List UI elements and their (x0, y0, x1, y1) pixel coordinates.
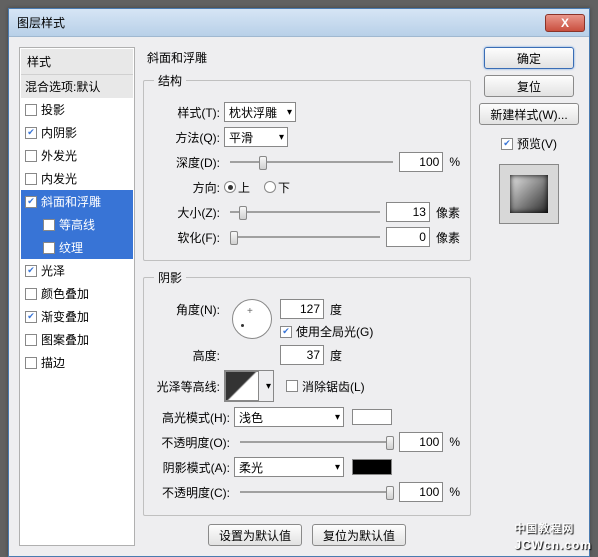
style-inner-glow[interactable]: 内发光 (21, 167, 133, 190)
soften-input[interactable]: 0 (386, 227, 430, 247)
size-slider[interactable] (230, 203, 380, 221)
blend-options[interactable]: 混合选项:默认 (21, 75, 133, 98)
global-light-checkbox[interactable] (280, 326, 292, 338)
style-satin[interactable]: 光泽 (21, 259, 133, 282)
structure-legend: 结构 (154, 72, 186, 89)
checkbox[interactable] (43, 242, 55, 254)
angle-dial[interactable] (232, 299, 272, 339)
style-select[interactable]: 枕状浮雕 (224, 102, 296, 122)
highlight-mode-label: 高光模式(H): (154, 409, 234, 426)
window-title: 图层样式 (17, 14, 65, 31)
preview-checkbox[interactable] (501, 138, 513, 150)
style-drop-shadow[interactable]: 投影 (21, 98, 133, 121)
cancel-button[interactable]: 复位 (484, 75, 574, 97)
contour-icon (225, 371, 259, 401)
highlight-mode-select[interactable]: 浅色 (234, 407, 344, 427)
style-bevel-emboss[interactable]: 斜面和浮雕 (21, 190, 133, 213)
style-pattern-overlay[interactable]: 图案叠加 (21, 328, 133, 351)
ok-button[interactable]: 确定 (484, 47, 574, 69)
checkbox[interactable] (25, 265, 37, 277)
checkbox[interactable] (25, 334, 37, 346)
highlight-opacity-input[interactable]: 100 (399, 432, 443, 452)
gloss-contour-label: 光泽等高线: (154, 378, 224, 395)
highlight-opacity-label: 不透明度(O): (154, 434, 234, 451)
highlight-opacity-slider[interactable] (240, 433, 393, 451)
size-input[interactable]: 13 (386, 202, 430, 222)
preview-box (499, 164, 559, 224)
shading-group: 阴影 角度(N): 127度 使用全局光(G) 高度:37度 光泽等高线:消除锯… (143, 269, 471, 516)
shading-legend: 阴影 (154, 269, 186, 286)
style-stroke[interactable]: 描边 (21, 351, 133, 374)
highlight-color-swatch[interactable] (352, 409, 392, 425)
angle-label: 角度(N): (154, 299, 224, 318)
checkbox[interactable] (43, 219, 55, 231)
shadow-opacity-label: 不透明度(C): (154, 484, 234, 501)
technique-label: 方法(Q): (154, 129, 224, 146)
structure-group: 结构 样式(T):枕状浮雕 方法(Q):平滑 深度(D):100% 方向:上下 … (143, 72, 471, 261)
settings-panel: 斜面和浮雕 结构 样式(T):枕状浮雕 方法(Q):平滑 深度(D):100% … (143, 47, 471, 546)
layer-style-dialog: 图层样式 X 样式 混合选项:默认 投影 内阴影 外发光 内发光 斜面和浮雕 等… (8, 8, 590, 557)
checkbox[interactable] (25, 311, 37, 323)
style-texture[interactable]: 纹理 (21, 236, 133, 259)
checkbox[interactable] (25, 357, 37, 369)
preview-thumbnail (510, 175, 548, 213)
shadow-color-swatch[interactable] (352, 459, 392, 475)
shadow-mode-label: 阴影模式(A): (154, 459, 234, 476)
depth-label: 深度(D): (154, 154, 224, 171)
direction-down-radio[interactable] (264, 181, 276, 193)
angle-input[interactable]: 127 (280, 299, 324, 319)
checkbox[interactable] (25, 150, 37, 162)
styles-header: 样式 (21, 49, 133, 75)
shadow-opacity-slider[interactable] (240, 483, 393, 501)
depth-input[interactable]: 100 (399, 152, 443, 172)
depth-slider[interactable] (230, 153, 393, 171)
size-label: 大小(Z): (154, 204, 224, 221)
soften-slider[interactable] (230, 228, 380, 246)
style-outer-glow[interactable]: 外发光 (21, 144, 133, 167)
style-contour[interactable]: 等高线 (21, 213, 133, 236)
style-color-overlay[interactable]: 颜色叠加 (21, 282, 133, 305)
style-inner-shadow[interactable]: 内阴影 (21, 121, 133, 144)
titlebar[interactable]: 图层样式 X (9, 9, 589, 37)
altitude-input[interactable]: 37 (280, 345, 324, 365)
new-style-button[interactable]: 新建样式(W)... (479, 103, 578, 125)
checkbox[interactable] (25, 104, 37, 116)
checkbox[interactable] (25, 173, 37, 185)
style-label: 样式(T): (154, 104, 224, 121)
shadow-opacity-input[interactable]: 100 (399, 482, 443, 502)
technique-select[interactable]: 平滑 (224, 127, 288, 147)
direction-label: 方向: (154, 179, 224, 196)
checkbox[interactable] (25, 127, 37, 139)
antialias-checkbox[interactable] (286, 380, 298, 392)
shadow-mode-select[interactable]: 柔光 (234, 457, 344, 477)
checkbox[interactable] (25, 196, 37, 208)
soften-label: 软化(F): (154, 229, 224, 246)
action-column: 确定 复位 新建样式(W)... 预览(V) (479, 47, 579, 546)
gloss-contour-picker[interactable] (224, 370, 274, 402)
style-gradient-overlay[interactable]: 渐变叠加 (21, 305, 133, 328)
close-icon: X (561, 16, 569, 30)
watermark: 中国教程网 JCWcn.com (514, 519, 592, 553)
reset-default-button[interactable]: 复位为默认值 (312, 524, 406, 546)
checkbox[interactable] (25, 288, 37, 300)
make-default-button[interactable]: 设置为默认值 (208, 524, 302, 546)
direction-up-radio[interactable] (224, 181, 236, 193)
styles-list: 样式 混合选项:默认 投影 内阴影 外发光 内发光 斜面和浮雕 等高线 纹理 光… (19, 47, 135, 546)
close-button[interactable]: X (545, 14, 585, 32)
altitude-label: 高度: (154, 347, 224, 364)
panel-title: 斜面和浮雕 (147, 49, 471, 66)
